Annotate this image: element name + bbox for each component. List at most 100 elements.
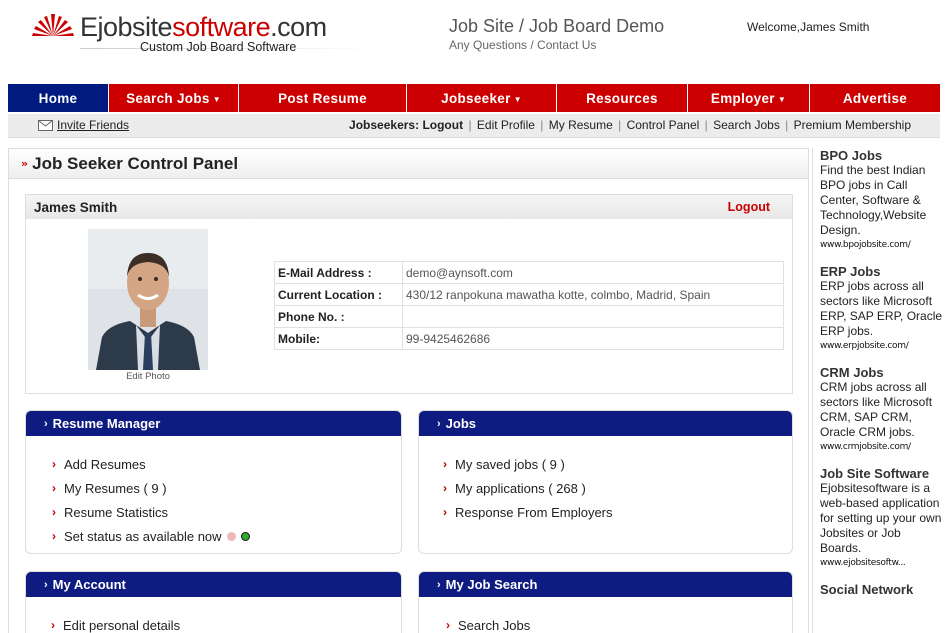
nav-home[interactable]: Home [8,84,109,112]
chevron-right-icon: › [52,481,56,495]
resume-manager-title: Resume Manager [52,416,161,431]
list-item-label: My Resumes ( 9 ) [64,480,167,496]
ad-title: BPO Jobs [820,148,883,163]
resume-manager-box: › Resume Manager › Add Resumes › My Resumes… [25,410,402,554]
ad-url[interactable]: www.ejobsitesoftw... [820,558,944,568]
ad-text: CRM jobs across all sectors like Microso… [820,380,933,439]
contact-link[interactable]: Any Questions / Contact Us [449,38,596,52]
my-job-search-box: › My Job Search › Search Jobs [418,571,793,633]
table-row: Mobile: 99-9425462686 [274,327,784,350]
profile-photo[interactable] [88,229,208,370]
jobs-title: Jobs [445,416,477,431]
site-header: Ejobsitesoftware.com Custom Job Board So… [0,0,950,84]
nav-post-resume[interactable]: Post Resume [239,84,407,112]
response-from-employers-link[interactable]: › Response From Employers [443,500,792,524]
my-resume-link[interactable]: My Resume [549,118,613,132]
nav-jobseeker[interactable]: Jobseeker ▼ [407,84,557,112]
chevron-right-icon: › [437,578,441,591]
table-row: Phone No. : [274,305,784,328]
ad-text: ERP jobs across all sectors like Microso… [820,279,943,338]
my-resumes-link[interactable]: › My Resumes ( 9 ) [52,476,401,500]
jobseekers-label: Jobseekers: [349,118,420,132]
nav-resources[interactable]: Resources [557,84,688,112]
status-unavailable-icon[interactable] [226,531,236,541]
edit-photo-link[interactable]: Edit Photo [88,371,208,382]
saved-jobs-link[interactable]: › My saved jobs ( 9 ) [443,452,792,476]
invite-friends-link[interactable]: Invite Friends [57,118,129,132]
sub-logout-link[interactable]: Logout [422,118,463,132]
chevron-down-icon: ▼ [212,95,221,104]
chevron-right-icon: › [44,417,48,430]
chevron-right-icon: › [44,578,48,591]
sub-nav: Invite Friends Jobseekers: Logout | Edit… [8,114,940,138]
control-panel: » Job Seeker Control Panel James Smith L… [8,148,809,633]
chevron-right-icon: › [51,618,55,632]
nav-advertise-label: Advertise [842,90,908,106]
nav-search-jobs-label: Search Jobs [126,90,210,106]
logo-text-main: Ejobsite [80,12,173,42]
logo-text-suffix: .com [270,12,327,42]
ad-url[interactable]: www.erpjobsite.com/ [820,341,944,351]
chevron-right-icon: › [52,457,56,471]
table-row: E-Mail Address : demo@aynsoft.com [274,261,784,284]
my-job-search-title: My Job Search [445,577,538,592]
chevron-right-icon: › [52,529,56,543]
list-item-label: Search Jobs [458,617,531,633]
chevron-right-icon: › [437,417,441,430]
profile-info-table: E-Mail Address : demo@aynsoft.com Curren… [274,261,784,350]
edit-profile-link[interactable]: Edit Profile [477,118,535,132]
search-jobs-box-link[interactable]: › Search Jobs [446,613,792,633]
profile-name: James Smith [34,199,118,215]
site-title: Job Site / Job Board Demo [449,16,665,36]
set-status-link[interactable]: › Set status as available now [52,524,401,548]
page-title: Job Seeker Control Panel [32,153,239,173]
ad-text: Ejobsitesoftware is a web-based applicat… [820,481,942,555]
control-panel-link[interactable]: Control Panel [627,118,700,132]
ad-job-site-software[interactable]: Job Site Software Ejobsitesoftware is a … [820,466,944,568]
sidebar-divider [812,148,813,633]
logout-button[interactable]: Logout [728,200,770,214]
resume-statistics-link[interactable]: › Resume Statistics [52,500,401,524]
logo-tagline: Custom Job Board Software [140,40,297,54]
list-item-label: Resume Statistics [64,504,169,520]
nav-advertise[interactable]: Advertise [810,84,940,112]
chevron-right-icon: › [443,505,447,519]
welcome-text: Welcome,James Smith [747,20,870,34]
ad-crm-jobs[interactable]: CRM Jobs CRM jobs across all sectors lik… [820,365,944,452]
double-chevron-icon: » [21,157,28,170]
email-label: E-Mail Address : [274,261,403,284]
jobs-box: › Jobs › My saved jobs ( 9 ) › My applicati… [418,410,793,554]
envelope-icon [38,119,53,131]
status-available-icon[interactable] [240,531,250,541]
ad-social-network[interactable]: Social Network [820,582,944,597]
ad-text: Find the best Indian BPO jobs in Call Ce… [820,163,927,237]
nav-employer-label: Employer [710,90,775,106]
mobile-value: 99-9425462686 [402,327,784,350]
ad-bpo-jobs[interactable]: BPO Jobs Find the best Indian BPO jobs i… [820,148,944,250]
panel-header: » Job Seeker Control Panel [9,149,808,179]
my-account-title: My Account [52,577,126,592]
invite-friends[interactable]: Invite Friends [38,118,129,132]
nav-home-label: Home [38,90,78,106]
search-jobs-link[interactable]: Search Jobs [713,118,780,132]
ad-title: CRM Jobs [820,365,884,380]
premium-membership-link[interactable]: Premium Membership [794,118,911,132]
my-applications-link[interactable]: › My applications ( 268 ) [443,476,792,500]
nav-search-jobs[interactable]: Search Jobs ▼ [109,84,239,112]
table-row: Current Location : 430/12 ranpokuna mawa… [274,283,784,306]
chevron-down-icon: ▼ [777,95,787,104]
nav-post-resume-label: Post Resume [278,90,367,106]
ad-url[interactable]: www.crmjobsite.com/ [820,442,944,452]
add-resumes-link[interactable]: › Add Resumes [52,452,401,476]
mobile-label: Mobile: [274,327,403,350]
chevron-down-icon: ▼ [513,95,522,104]
ad-erp-jobs[interactable]: ERP Jobs ERP jobs across all sectors lik… [820,264,944,351]
logo-text-accent: software [172,12,271,42]
profile-card: James Smith Logout Edit Photo E-Mail Add… [25,194,793,394]
list-item-label: My applications ( 268 ) [455,480,586,496]
edit-personal-details-link[interactable]: › Edit personal details [51,613,401,633]
sunburst-logo-icon [32,14,74,36]
chevron-right-icon: › [446,618,450,632]
ad-url[interactable]: www.bpojobsite.com/ [820,240,944,250]
nav-employer[interactable]: Employer ▼ [688,84,810,112]
